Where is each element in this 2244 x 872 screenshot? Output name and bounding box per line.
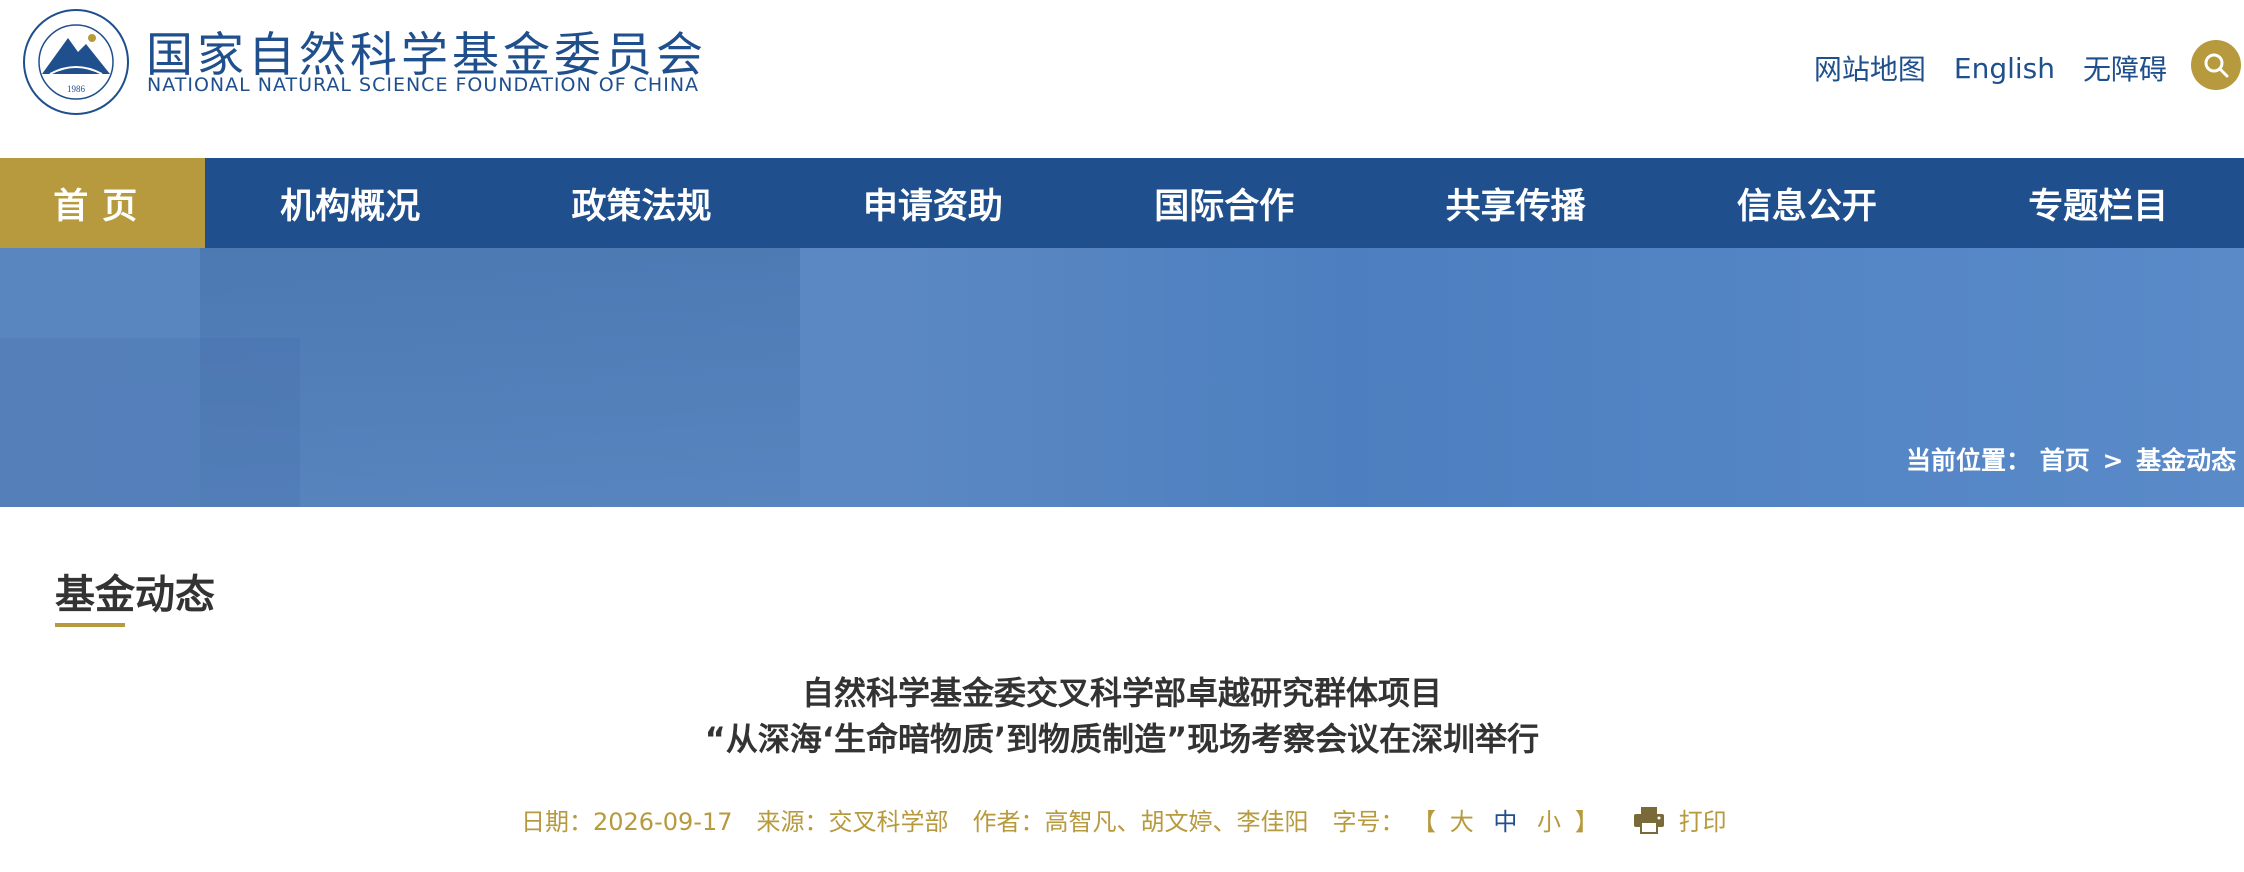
date-value: 2026-09-17	[593, 808, 733, 836]
site-header: 1986 国家自然科学基金委员会 NATIONAL NATURAL SCIENC…	[0, 0, 2244, 158]
font-size-label: 字号：	[1332, 808, 1405, 836]
font-size-small-button[interactable]: 小	[1537, 808, 1561, 836]
nav-item-home[interactable]: 首页	[0, 158, 205, 248]
section-underline	[55, 623, 125, 627]
article-date: 日期：2026-09-17	[521, 802, 732, 837]
english-link[interactable]: English	[1954, 52, 2055, 85]
article-title: 自然科学基金委交叉科学部卓越研究群体项目 “从深海‘生命暗物质’到物质制造”现场…	[0, 670, 2244, 762]
source-label: 来源：	[756, 808, 829, 836]
article-title-line1: 自然科学基金委交叉科学部卓越研究群体项目	[801, 674, 1442, 712]
breadcrumb-home-link[interactable]: 首页	[2040, 446, 2090, 475]
main-nav: 首页 机构概况 政策法规 申请资助 国际合作 共享传播 信息公开 专题栏目	[0, 158, 2244, 248]
printer-icon	[1633, 806, 1664, 834]
author-value: 高智凡、胡文婷、李佳阳	[1044, 808, 1309, 836]
nav-item-policy[interactable]: 政策法规	[496, 158, 787, 248]
source-value: 交叉科学部	[828, 808, 949, 836]
nav-item-international[interactable]: 国际合作	[1079, 158, 1370, 248]
nsfc-logo[interactable]: 1986	[22, 8, 130, 116]
breadcrumb-current-link[interactable]: 基金动态	[2136, 446, 2236, 475]
breadcrumb: 当前位置： 首页 > 基金动态	[1906, 441, 2236, 477]
nav-item-topics[interactable]: 专题栏目	[1953, 158, 2244, 248]
breadcrumb-separator: >	[2102, 446, 2124, 475]
sitemap-link[interactable]: 网站地图	[1814, 48, 1926, 88]
date-label: 日期：	[521, 808, 593, 836]
print-button[interactable]: 打印	[1633, 802, 1727, 837]
banner-shade	[0, 338, 300, 507]
search-button[interactable]	[2191, 40, 2241, 90]
nav-item-funding[interactable]: 申请资助	[787, 158, 1078, 248]
article-title-line2: “从深海‘生命暗物质’到物质制造”现场考察会议在深圳举行	[704, 720, 1540, 758]
brand-title-en[interactable]: NATIONAL NATURAL SCIENCE FOUNDATION OF C…	[147, 74, 699, 96]
breadcrumb-prefix: 当前位置：	[1906, 446, 2032, 475]
logo-year: 1986	[67, 84, 86, 94]
font-size-bracket-close: 】	[1574, 808, 1599, 836]
accessibility-link[interactable]: 无障碍	[2083, 48, 2167, 88]
nav-item-sharing[interactable]: 共享传播	[1370, 158, 1661, 248]
article-meta: 日期：2026-09-17 来源：交叉科学部 作者：高智凡、胡文婷、李佳阳 字号…	[521, 802, 1727, 837]
font-size-control: 字号： 【 大 中 小 】	[1332, 802, 1598, 837]
article-author: 作者：高智凡、胡文婷、李佳阳	[972, 802, 1308, 837]
article-source: 来源：交叉科学部	[756, 802, 948, 837]
author-label: 作者：	[972, 808, 1045, 836]
print-label: 打印	[1678, 808, 1727, 836]
top-links: 网站地图 English 无障碍	[1814, 48, 2167, 88]
font-size-medium-button[interactable]: 中	[1493, 808, 1517, 836]
page-banner: 当前位置： 首页 > 基金动态	[0, 248, 2244, 507]
search-icon	[2204, 53, 2229, 78]
font-size-large-button[interactable]: 大	[1450, 808, 1474, 836]
nav-item-about[interactable]: 机构概况	[205, 158, 496, 248]
section-title: 基金动态	[55, 572, 215, 618]
nav-item-disclosure[interactable]: 信息公开	[1661, 158, 1952, 248]
font-size-bracket-open: 【	[1412, 808, 1437, 836]
